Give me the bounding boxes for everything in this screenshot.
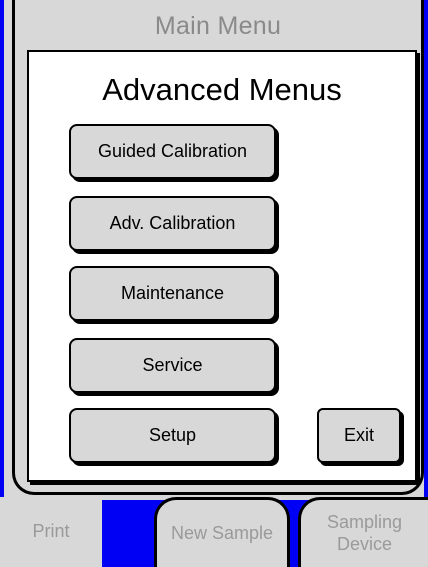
sampling-device-line1: Sampling	[326, 511, 403, 532]
advanced-menus-dialog: Advanced Menus Guided Calibration Adv. C…	[27, 50, 417, 482]
bottom-tab-bar: Print New Sample Sampling Device	[0, 497, 428, 567]
exit-button[interactable]: Exit	[317, 408, 401, 463]
main-menu-title: Main Menu	[154, 12, 282, 40]
sampling-device-line2: Device	[336, 533, 392, 554]
guided-calibration-button[interactable]: Guided Calibration	[69, 124, 276, 179]
sampling-device-label: Sampling Device	[327, 512, 402, 555]
maintenance-button[interactable]: Maintenance	[69, 266, 276, 321]
dialog-title: Advanced Menus	[102, 72, 342, 107]
print-tab[interactable]: Print	[0, 497, 102, 567]
setup-button[interactable]: Setup	[69, 408, 276, 463]
adv-calibration-button[interactable]: Adv. Calibration	[69, 196, 276, 251]
screen: Main Menu Print New Sample Sampling Devi…	[0, 0, 428, 567]
new-sample-tab[interactable]: New Sample	[154, 497, 290, 567]
sampling-device-tab[interactable]: Sampling Device	[298, 497, 428, 567]
service-button[interactable]: Service	[69, 338, 276, 393]
